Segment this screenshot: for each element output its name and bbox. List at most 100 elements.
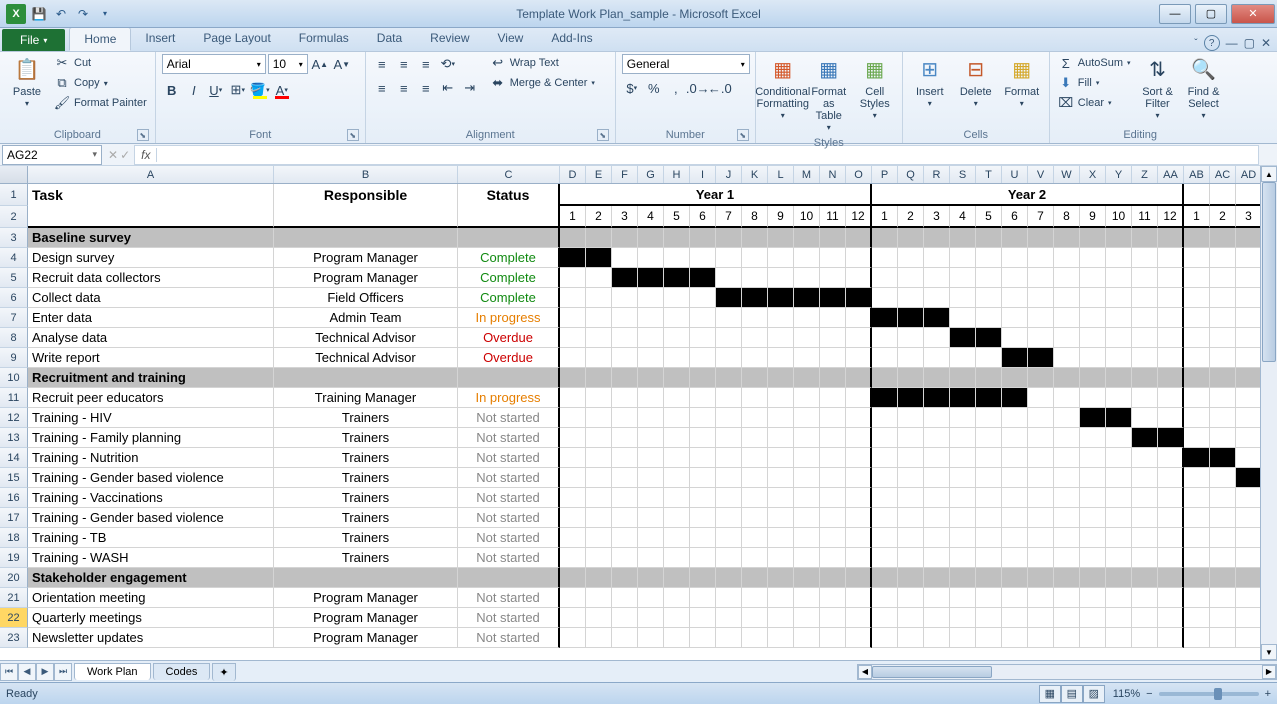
cell[interactable] xyxy=(976,348,1002,368)
cell[interactable] xyxy=(1184,268,1210,288)
cell[interactable]: 5 xyxy=(976,206,1002,228)
row-header-3[interactable]: 3 xyxy=(0,228,28,248)
cell[interactable] xyxy=(1236,184,1262,206)
cell[interactable] xyxy=(1158,268,1184,288)
cell[interactable] xyxy=(664,528,690,548)
cell[interactable] xyxy=(1080,428,1106,448)
cell[interactable]: Training - Gender based violence xyxy=(28,468,274,488)
cell[interactable] xyxy=(976,448,1002,468)
cell[interactable]: Trainers xyxy=(274,448,458,468)
qat-customize-icon[interactable]: ▾ xyxy=(96,5,114,23)
cell[interactable] xyxy=(924,488,950,508)
row-header-10[interactable]: 10 xyxy=(0,368,28,388)
cell[interactable] xyxy=(950,288,976,308)
cell[interactable]: Overdue xyxy=(458,328,560,348)
cell[interactable]: Training - TB xyxy=(28,528,274,548)
cell[interactable] xyxy=(1210,408,1236,428)
cell[interactable]: Trainers xyxy=(274,528,458,548)
minimize-button[interactable]: — xyxy=(1159,4,1191,24)
col-header-Y[interactable]: Y xyxy=(1106,166,1132,183)
scroll-left-icon[interactable]: ◀ xyxy=(858,665,872,679)
cell[interactable] xyxy=(1106,568,1132,588)
cell[interactable] xyxy=(976,468,1002,488)
cell[interactable] xyxy=(950,448,976,468)
cell[interactable] xyxy=(1028,348,1054,368)
cell[interactable] xyxy=(768,408,794,428)
cell[interactable] xyxy=(846,528,872,548)
cell[interactable] xyxy=(950,388,976,408)
cell[interactable] xyxy=(976,548,1002,568)
cell[interactable] xyxy=(1210,468,1236,488)
cell[interactable]: 1 xyxy=(872,206,898,228)
cell[interactable] xyxy=(1002,488,1028,508)
cell[interactable] xyxy=(1028,228,1054,248)
cell[interactable] xyxy=(1132,408,1158,428)
cell[interactable] xyxy=(586,228,612,248)
delete-cells-button[interactable]: ⊟Delete▾ xyxy=(955,54,997,111)
cell[interactable] xyxy=(586,548,612,568)
align-top-icon[interactable]: ≡ xyxy=(372,54,392,74)
cell[interactable] xyxy=(924,448,950,468)
fill-color-button[interactable]: 🪣▾ xyxy=(250,80,270,100)
cell[interactable] xyxy=(716,628,742,648)
name-box[interactable]: AG22 xyxy=(2,145,102,165)
cell[interactable] xyxy=(1184,228,1210,248)
cell[interactable] xyxy=(742,508,768,528)
cell[interactable] xyxy=(1106,628,1132,648)
cell[interactable] xyxy=(1106,468,1132,488)
cell[interactable] xyxy=(638,368,664,388)
cell[interactable] xyxy=(1210,448,1236,468)
cell[interactable] xyxy=(924,248,950,268)
cell[interactable] xyxy=(1028,428,1054,448)
minimize-ribbon-icon[interactable]: ˇ xyxy=(1194,38,1197,49)
sheet-tab-workplan[interactable]: Work Plan xyxy=(74,663,151,680)
cell[interactable]: Admin Team xyxy=(274,308,458,328)
cell[interactable] xyxy=(950,508,976,528)
cell[interactable] xyxy=(1158,428,1184,448)
cell[interactable] xyxy=(612,348,638,368)
cell[interactable] xyxy=(716,228,742,248)
vertical-scrollbar[interactable]: ▲ ▼ xyxy=(1260,166,1277,660)
row-header-20[interactable]: 20 xyxy=(0,568,28,588)
row-header-12[interactable]: 12 xyxy=(0,408,28,428)
cell[interactable] xyxy=(872,348,898,368)
col-header-T[interactable]: T xyxy=(976,166,1002,183)
cell[interactable] xyxy=(976,228,1002,248)
row-header-19[interactable]: 19 xyxy=(0,548,28,568)
find-select-button[interactable]: 🔍Find & Select▾ xyxy=(1183,54,1225,123)
cell[interactable] xyxy=(586,288,612,308)
cell[interactable] xyxy=(560,528,586,548)
cell[interactable] xyxy=(950,368,976,388)
cell[interactable] xyxy=(1132,328,1158,348)
cell[interactable] xyxy=(924,428,950,448)
cell[interactable] xyxy=(586,308,612,328)
cell[interactable] xyxy=(1028,588,1054,608)
cell[interactable] xyxy=(716,608,742,628)
cell[interactable] xyxy=(274,568,458,588)
cell[interactable] xyxy=(1080,228,1106,248)
align-bottom-icon[interactable]: ≡ xyxy=(416,54,436,74)
cell[interactable] xyxy=(638,628,664,648)
row-header-6[interactable]: 6 xyxy=(0,288,28,308)
cell[interactable] xyxy=(1158,608,1184,628)
cell[interactable] xyxy=(1132,528,1158,548)
cell[interactable] xyxy=(612,408,638,428)
cell[interactable] xyxy=(1028,248,1054,268)
cell[interactable] xyxy=(1080,328,1106,348)
cell[interactable]: 11 xyxy=(820,206,846,228)
cell[interactable] xyxy=(846,308,872,328)
row-header-14[interactable]: 14 xyxy=(0,448,28,468)
cell[interactable] xyxy=(768,288,794,308)
cell[interactable] xyxy=(820,608,846,628)
cell[interactable] xyxy=(716,468,742,488)
page-break-view-icon[interactable]: ▨ xyxy=(1083,685,1105,703)
cell[interactable] xyxy=(1236,388,1262,408)
cell[interactable]: Training - WASH xyxy=(28,548,274,568)
col-header-U[interactable]: U xyxy=(1002,166,1028,183)
cell[interactable] xyxy=(1236,308,1262,328)
cell[interactable] xyxy=(690,328,716,348)
col-header-J[interactable]: J xyxy=(716,166,742,183)
cell[interactable] xyxy=(1080,308,1106,328)
cell[interactable] xyxy=(1184,184,1210,206)
cell[interactable] xyxy=(1054,448,1080,468)
